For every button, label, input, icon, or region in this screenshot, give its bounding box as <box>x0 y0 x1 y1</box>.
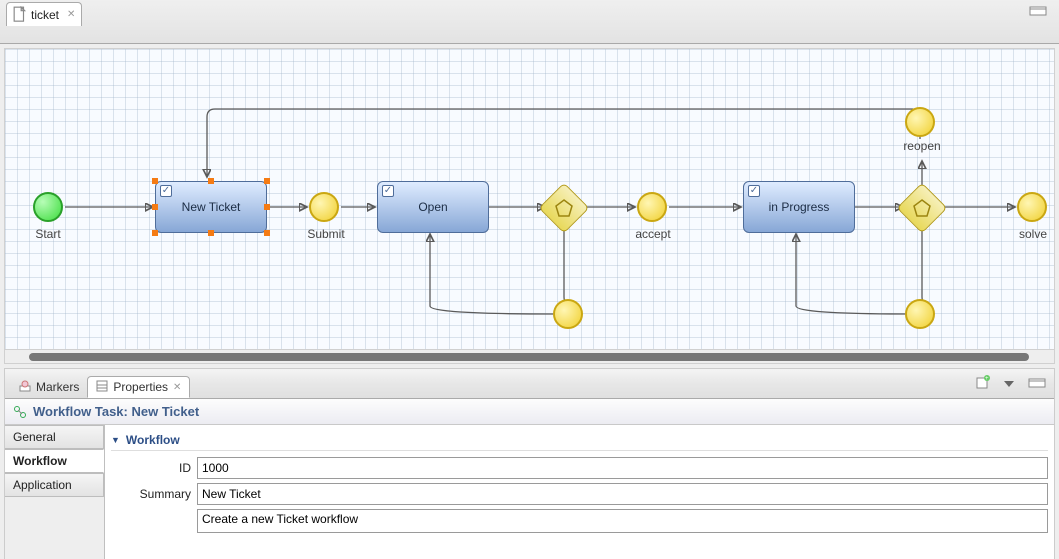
diagram-canvas[interactable]: Start ✓ New Ticket Submit ✓ Open accept … <box>4 48 1055 350</box>
side-tab-application[interactable]: Application <box>5 473 104 497</box>
event-accept[interactable] <box>637 192 667 222</box>
view-tabs: Markers Properties ✕ + <box>5 369 1054 399</box>
tab-properties-label: Properties <box>113 380 168 394</box>
horizontal-scrollbar[interactable] <box>4 350 1055 364</box>
section-title: Workflow <box>126 433 180 447</box>
editor-tabs: ticket ✕ <box>0 0 1059 44</box>
chevron-down-icon: ▼ <box>111 435 120 445</box>
svg-text:+: + <box>985 376 989 382</box>
task-marker-icon: ✓ <box>160 185 172 197</box>
event-solve-label: solve <box>1009 227 1055 241</box>
close-icon[interactable]: ✕ <box>63 9 75 20</box>
tab-properties[interactable]: Properties ✕ <box>87 376 190 398</box>
event-accept-label: accept <box>627 227 679 241</box>
section-header[interactable]: ▼ Workflow <box>111 429 1048 451</box>
summary-input[interactable] <box>197 483 1048 505</box>
event-loop-1[interactable] <box>553 299 583 329</box>
markers-icon <box>19 380 31 395</box>
bottom-panel: Markers Properties ✕ + Workflow Task: Ne… <box>4 368 1055 559</box>
task-in-progress[interactable]: ✓ in Progress <box>743 181 855 233</box>
side-tab-label: Workflow <box>13 454 67 468</box>
event-submit[interactable] <box>309 192 339 222</box>
event-reopen-label: reopen <box>897 139 947 153</box>
minimize-icon[interactable] <box>1028 377 1046 391</box>
editor-tab-label: ticket <box>31 8 59 22</box>
view-menu-icon[interactable] <box>1004 381 1014 387</box>
tab-markers[interactable]: Markers <box>11 376 87 398</box>
id-input[interactable] <box>197 457 1048 479</box>
file-icon <box>13 8 27 22</box>
title-prefix: Workflow Task: <box>33 404 131 419</box>
side-tab-general[interactable]: General <box>5 425 104 449</box>
properties-title: Workflow Task: New Ticket <box>5 399 1054 425</box>
close-icon[interactable]: ✕ <box>173 382 181 393</box>
editor-tab-ticket[interactable]: ticket ✕ <box>6 2 82 26</box>
task-open[interactable]: ✓ Open <box>377 181 489 233</box>
summary-label: Summary <box>111 487 191 501</box>
task-label: in Progress <box>769 200 830 214</box>
new-view-icon[interactable]: + <box>976 375 990 392</box>
minimize-icon[interactable] <box>1029 6 1047 16</box>
task-new-ticket[interactable]: ✓ New Ticket <box>155 181 267 233</box>
side-tab-label: General <box>13 430 56 444</box>
description-input[interactable]: Create a new Ticket workflow <box>197 509 1048 533</box>
task-label: Open <box>418 200 447 214</box>
event-loop-2[interactable] <box>905 299 935 329</box>
task-label: New Ticket <box>182 200 241 214</box>
task-marker-icon: ✓ <box>382 185 394 197</box>
properties-side-tabs: General Workflow Application <box>5 425 105 559</box>
properties-form: ▼ Workflow ID Summary Create a new Ticke… <box>105 425 1054 559</box>
id-label: ID <box>111 461 191 475</box>
start-label: Start <box>27 227 69 241</box>
properties-icon <box>96 380 108 395</box>
title-item: New Ticket <box>131 404 199 419</box>
task-marker-icon: ✓ <box>748 185 760 197</box>
side-tab-workflow[interactable]: Workflow <box>5 449 104 473</box>
workflow-icon <box>13 405 27 419</box>
side-tab-label: Application <box>13 478 72 492</box>
event-solve[interactable] <box>1017 192 1047 222</box>
event-submit-label: Submit <box>301 227 351 241</box>
event-reopen[interactable] <box>905 107 935 137</box>
start-event[interactable] <box>33 192 63 222</box>
tab-markers-label: Markers <box>36 380 79 394</box>
